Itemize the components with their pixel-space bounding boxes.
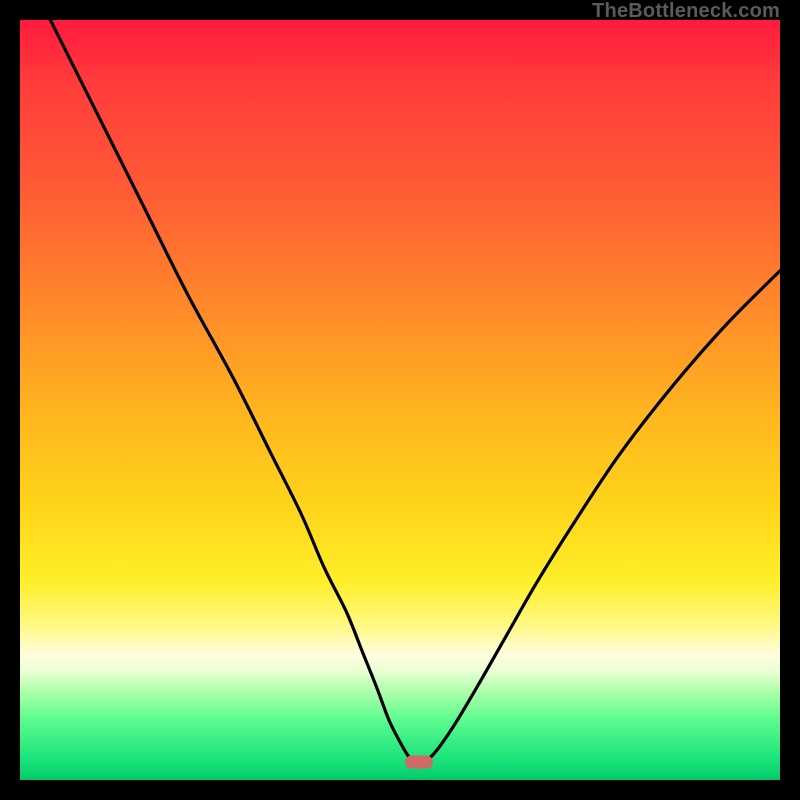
chart-frame: TheBottleneck.com [0, 0, 800, 800]
bottleneck-curve [50, 20, 780, 763]
chart-plot-area [20, 20, 780, 780]
optimum-marker [405, 755, 433, 768]
chart-curve-svg [20, 20, 780, 780]
